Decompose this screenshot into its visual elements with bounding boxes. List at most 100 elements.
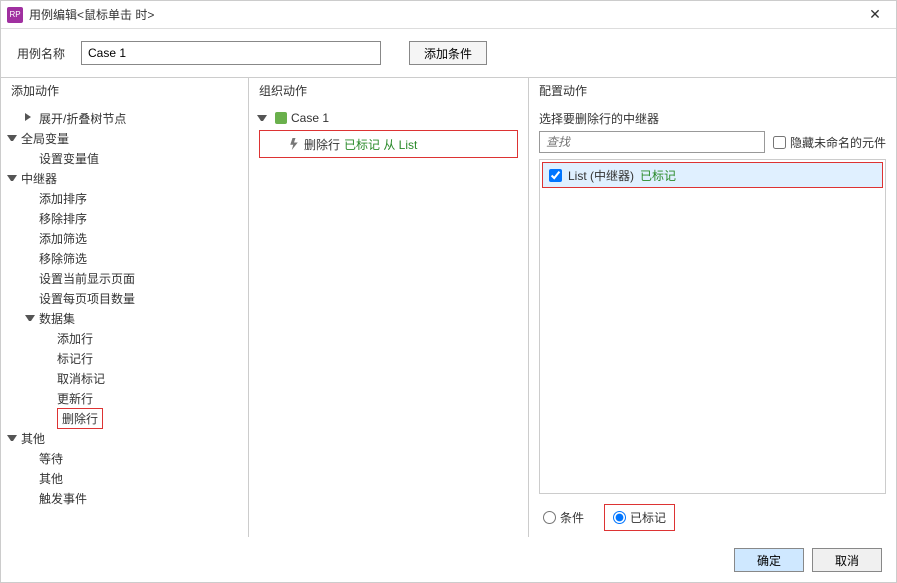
tree-item-label: 移除排序 xyxy=(39,210,87,227)
add-action-header: 添加动作 xyxy=(1,78,248,104)
row-rule-radios: 条件 已标记 xyxy=(539,504,886,531)
tree-item-label: 取消标记 xyxy=(57,370,105,387)
action-tree[interactable]: 展开/折叠树节点全局变量设置变量值中继器添加排序移除排序添加筛选移除筛选设置当前… xyxy=(1,104,248,537)
configure-action-column: 配置动作 选择要删除行的中继器 隐藏未命名的元件 List (中继器) xyxy=(529,78,896,537)
tree-item-label: 删除行 xyxy=(57,408,103,429)
expand-icon xyxy=(25,253,35,263)
expand-icon xyxy=(43,373,53,383)
expand-icon xyxy=(25,313,35,323)
tree-item[interactable]: 全局变量 xyxy=(7,128,242,148)
tree-item-label: 展开/折叠树节点 xyxy=(39,110,126,127)
tree-item[interactable]: 删除行 xyxy=(7,408,242,428)
search-row: 隐藏未命名的元件 xyxy=(539,131,886,153)
tree-item[interactable]: 添加行 xyxy=(7,328,242,348)
add-action-column: 添加动作 展开/折叠树节点全局变量设置变量值中继器添加排序移除排序添加筛选移除筛… xyxy=(1,78,249,537)
radio-condition[interactable]: 条件 xyxy=(543,509,584,526)
bolt-icon xyxy=(288,138,300,150)
tree-item[interactable]: 移除排序 xyxy=(7,208,242,228)
tree-item-label: 移除筛选 xyxy=(39,250,87,267)
case-icon xyxy=(275,112,287,124)
tree-item[interactable]: 添加筛选 xyxy=(7,228,242,248)
tree-item-label: 其他 xyxy=(39,470,63,487)
tree-item-label: 全局变量 xyxy=(21,130,69,147)
dialog-footer: 确定 取消 xyxy=(734,548,882,572)
add-condition-button[interactable]: 添加条件 xyxy=(409,41,487,65)
tree-item[interactable]: 触发事件 xyxy=(7,488,242,508)
radio-marked[interactable]: 已标记 xyxy=(604,504,675,531)
tree-item-label: 更新行 xyxy=(57,390,93,407)
action-name: 删除行 xyxy=(304,136,340,153)
tree-item[interactable]: 等待 xyxy=(7,448,242,468)
expand-icon xyxy=(25,293,35,303)
widget-checkbox[interactable] xyxy=(549,169,562,182)
hide-unnamed-checkbox[interactable] xyxy=(773,136,786,149)
window-title: 用例编辑<鼠标单击 时> xyxy=(29,6,860,23)
tree-item[interactable]: 设置当前显示页面 xyxy=(7,268,242,288)
tree-item-label: 设置当前显示页面 xyxy=(39,270,135,287)
tree-item[interactable]: 展开/折叠树节点 xyxy=(7,108,242,128)
tree-item-label: 数据集 xyxy=(39,310,75,327)
widget-status: 已标记 xyxy=(640,167,676,184)
tree-item[interactable]: 标记行 xyxy=(7,348,242,368)
expand-icon xyxy=(43,393,53,403)
tree-item[interactable]: 数据集 xyxy=(7,308,242,328)
expand-icon xyxy=(7,433,17,443)
tree-item-label: 标记行 xyxy=(57,350,93,367)
expand-icon xyxy=(43,413,53,423)
tree-item-label: 等待 xyxy=(39,450,63,467)
tree-item[interactable]: 设置每页项目数量 xyxy=(7,288,242,308)
expand-icon xyxy=(25,453,35,463)
widget-list[interactable]: List (中继器) 已标记 xyxy=(539,159,886,494)
cancel-button[interactable]: 取消 xyxy=(812,548,882,572)
hide-unnamed-option[interactable]: 隐藏未命名的元件 xyxy=(773,134,886,151)
widget-row[interactable]: List (中继器) 已标记 xyxy=(543,163,882,187)
case-node[interactable]: Case 1 xyxy=(253,108,524,128)
widget-row-highlight: List (中继器) 已标记 xyxy=(542,162,883,188)
action-node[interactable]: 删除行 已标记 从 List xyxy=(259,130,518,158)
case-label: Case 1 xyxy=(291,111,329,125)
expand-icon xyxy=(43,353,53,363)
tree-item-label: 中继器 xyxy=(21,170,57,187)
widget-name: List (中继器) xyxy=(568,167,634,184)
app-icon: RP xyxy=(7,7,23,23)
tree-item[interactable]: 更新行 xyxy=(7,388,242,408)
case-name-input[interactable] xyxy=(81,41,381,65)
expand-icon xyxy=(257,113,267,123)
expand-icon xyxy=(25,473,35,483)
tree-item-label: 触发事件 xyxy=(39,490,87,507)
expand-icon xyxy=(25,213,35,223)
columns: 添加动作 展开/折叠树节点全局变量设置变量值中继器添加排序移除排序添加筛选移除筛… xyxy=(1,77,896,537)
configure-label: 选择要删除行的中继器 xyxy=(539,110,886,127)
hide-unnamed-label: 隐藏未命名的元件 xyxy=(790,134,886,151)
tree-item-label: 添加筛选 xyxy=(39,230,87,247)
tree-item[interactable]: 中继器 xyxy=(7,168,242,188)
expand-icon xyxy=(25,493,35,503)
radio-marked-input[interactable] xyxy=(613,511,626,524)
case-name-label: 用例名称 xyxy=(17,45,73,62)
expand-icon xyxy=(7,173,17,183)
ok-button[interactable]: 确定 xyxy=(734,548,804,572)
configure-action-header: 配置动作 xyxy=(529,78,896,104)
expand-icon xyxy=(7,133,17,143)
case-editor-dialog: RP 用例编辑<鼠标单击 时> ✕ 用例名称 添加条件 添加动作 展开/折叠树节… xyxy=(0,0,897,583)
tree-item[interactable]: 其他 xyxy=(7,468,242,488)
close-button[interactable]: ✕ xyxy=(860,4,890,26)
expand-icon xyxy=(25,273,35,283)
tree-item[interactable]: 设置变量值 xyxy=(7,148,242,168)
tree-item[interactable]: 其他 xyxy=(7,428,242,448)
tree-item[interactable]: 取消标记 xyxy=(7,368,242,388)
tree-item-label: 其他 xyxy=(21,430,45,447)
expand-icon xyxy=(43,333,53,343)
action-detail: 已标记 从 List xyxy=(344,136,417,153)
tree-item[interactable]: 移除筛选 xyxy=(7,248,242,268)
radio-condition-input[interactable] xyxy=(543,511,556,524)
tree-item-label: 设置每页项目数量 xyxy=(39,290,135,307)
search-input[interactable] xyxy=(539,131,765,153)
organize-tree[interactable]: Case 1 删除行 已标记 从 List xyxy=(249,104,528,537)
tree-item[interactable]: 添加排序 xyxy=(7,188,242,208)
tree-item-label: 设置变量值 xyxy=(39,150,99,167)
configure-body: 选择要删除行的中继器 隐藏未命名的元件 List (中继器) 已标记 xyxy=(529,104,896,537)
expand-icon xyxy=(25,113,35,123)
case-name-row: 用例名称 添加条件 xyxy=(1,29,896,77)
titlebar: RP 用例编辑<鼠标单击 时> ✕ xyxy=(1,1,896,29)
